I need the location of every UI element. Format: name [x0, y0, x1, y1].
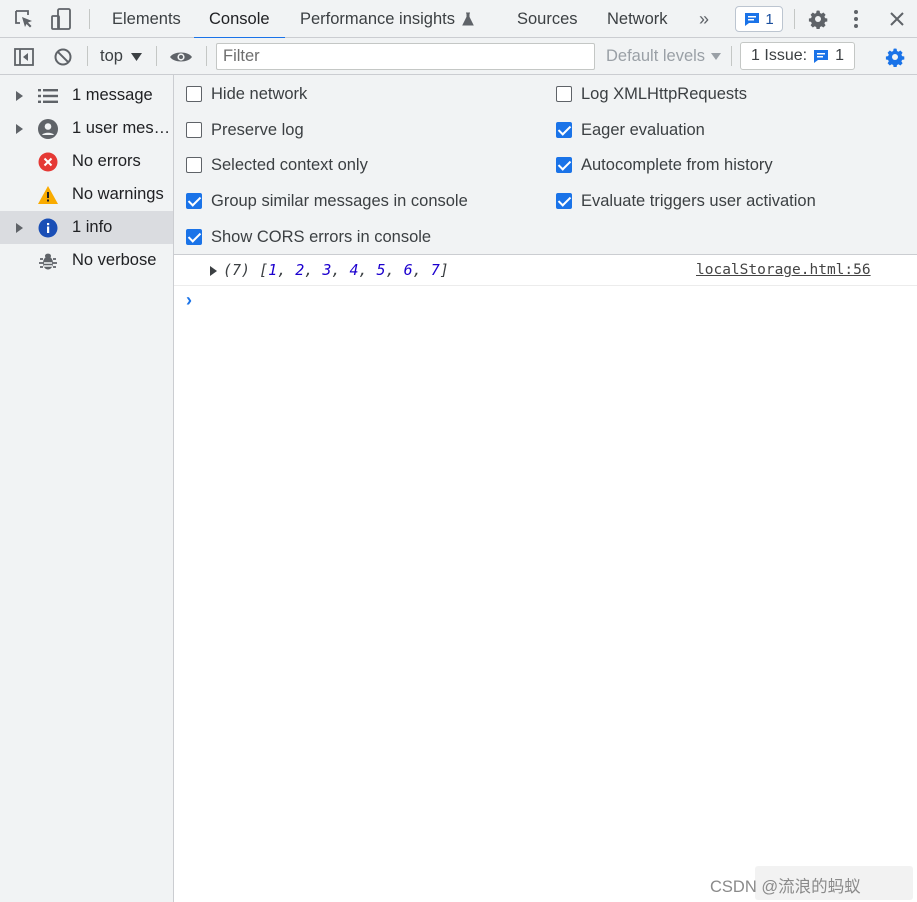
levels-label: Default levels	[606, 47, 706, 65]
issues-label: 1 Issue:	[751, 47, 808, 64]
sidebar-item-messages[interactable]: 1 message	[0, 79, 173, 112]
sidebar-item-label: 1 message	[72, 86, 153, 104]
option-label: Eager evaluation	[581, 120, 705, 139]
option-label: Selected context only	[211, 155, 368, 174]
log-xmlhttprequests-checkbox[interactable]: Log XMLHttpRequests	[556, 79, 747, 109]
checkbox-checked[interactable]	[556, 193, 572, 209]
issue-message-icon	[814, 49, 829, 63]
context-label: top	[100, 47, 123, 65]
hide-network-checkbox[interactable]: Hide network	[186, 79, 307, 109]
checkbox-checked[interactable]	[556, 157, 572, 173]
option-label: Evaluate triggers user activation	[581, 191, 816, 210]
expand-arrow-icon[interactable]	[16, 90, 23, 101]
issues-button[interactable]: 1 Issue: 1	[740, 42, 855, 70]
group-similar-checkbox[interactable]: Group similar messages in console	[186, 186, 468, 216]
inspect-element-icon[interactable]	[12, 0, 36, 38]
console-toolbar: top Default levels 1 Issue: 1	[0, 38, 917, 75]
filter-input[interactable]	[216, 43, 595, 70]
option-label: Autocomplete from history	[581, 155, 773, 174]
context-selector[interactable]: top	[100, 38, 142, 75]
watermark: CSDN @流浪的蚂蚁	[710, 878, 861, 896]
live-expression-eye-icon[interactable]	[168, 38, 194, 75]
checkbox-unchecked[interactable]	[186, 122, 202, 138]
expand-arrow-icon[interactable]	[16, 123, 23, 134]
dropdown-triangle-icon	[130, 52, 142, 61]
tab-network[interactable]: Network	[607, 0, 668, 38]
console-log-entry[interactable]: (7) [1, 2, 3, 4, 5, 6, 7] localStorage.h…	[174, 256, 917, 286]
messages-count: 1	[765, 10, 774, 28]
error-icon	[37, 151, 59, 173]
sidebar-item-errors[interactable]: No errors	[0, 145, 173, 178]
checkbox-checked[interactable]	[186, 193, 202, 209]
issues-count: 1	[835, 47, 844, 64]
checkbox-unchecked[interactable]	[186, 157, 202, 173]
sidebar-item-label: 1 info	[72, 218, 113, 236]
clear-console-icon[interactable]	[51, 38, 75, 75]
checkbox-unchecked[interactable]	[556, 86, 572, 102]
bug-icon	[37, 250, 59, 272]
info-icon	[37, 217, 59, 239]
device-toolbar-icon[interactable]	[48, 0, 74, 38]
console-sidebar: 1 message 1 user mess… No errors No warn…	[0, 75, 174, 902]
settings-gear-icon[interactable]	[806, 0, 830, 38]
sidebar-item-label: No verbose	[72, 251, 157, 269]
checkbox-checked[interactable]	[186, 229, 202, 245]
user-icon	[37, 118, 59, 140]
sidebar-item-verbose[interactable]: No verbose	[0, 244, 173, 277]
close-icon[interactable]	[886, 0, 908, 38]
experimental-flask-icon	[462, 12, 474, 26]
show-cors-errors-checkbox[interactable]: Show CORS errors in console	[186, 222, 431, 252]
option-label: Show CORS errors in console	[211, 227, 432, 246]
preserve-log-checkbox[interactable]: Preserve log	[186, 115, 304, 145]
list-icon	[37, 85, 59, 107]
option-label: Log XMLHttpRequests	[581, 84, 748, 103]
console-settings-panel: Hide network Preserve log Selected conte…	[174, 75, 917, 255]
sidebar-toggle-icon[interactable]	[12, 38, 36, 75]
selected-context-only-checkbox[interactable]: Selected context only	[186, 150, 368, 180]
expand-arrow-icon[interactable]	[16, 222, 23, 233]
tab-console[interactable]: Console	[194, 0, 285, 39]
messages-badge[interactable]: 1	[735, 6, 783, 32]
devtools-tab-bar: Elements Console Performance insights So…	[0, 0, 917, 39]
more-options-icon[interactable]	[846, 0, 866, 38]
expand-arrow-icon[interactable]	[210, 266, 217, 276]
tab-sources[interactable]: Sources	[517, 0, 578, 38]
checkbox-checked[interactable]	[556, 122, 572, 138]
source-link[interactable]: localStorage.html:56	[696, 262, 871, 278]
dropdown-triangle-icon	[711, 53, 722, 60]
evaluate-triggers-checkbox[interactable]: Evaluate triggers user activation	[556, 186, 816, 216]
option-label: Preserve log	[211, 120, 304, 139]
tab-performance-insights[interactable]: Performance insights	[300, 0, 474, 38]
sidebar-item-label: No warnings	[72, 185, 164, 203]
eager-evaluation-checkbox[interactable]: Eager evaluation	[556, 115, 705, 145]
log-levels-dropdown[interactable]: Default levels	[606, 38, 722, 75]
option-label: Hide network	[211, 84, 308, 103]
sidebar-item-label: No errors	[72, 152, 141, 170]
console-settings-gear-icon[interactable]	[883, 38, 907, 75]
array-preview[interactable]: (7) [1, 2, 3, 4, 5, 6, 7]	[223, 261, 449, 279]
option-label: Group similar messages in console	[211, 191, 468, 210]
double-chevron-icon[interactable]: »	[694, 0, 714, 38]
warning-icon	[37, 184, 59, 206]
sidebar-item-warnings[interactable]: No warnings	[0, 178, 173, 211]
tab-elements[interactable]: Elements	[112, 0, 181, 38]
sidebar-item-label: 1 user mess…	[72, 119, 172, 137]
sidebar-item-user-messages[interactable]: 1 user mess…	[0, 112, 173, 145]
message-icon	[745, 12, 760, 26]
checkbox-unchecked[interactable]	[186, 86, 202, 102]
console-prompt-icon[interactable]: ›	[186, 290, 192, 311]
autocomplete-history-checkbox[interactable]: Autocomplete from history	[556, 150, 773, 180]
sidebar-item-info[interactable]: 1 info	[0, 211, 173, 244]
